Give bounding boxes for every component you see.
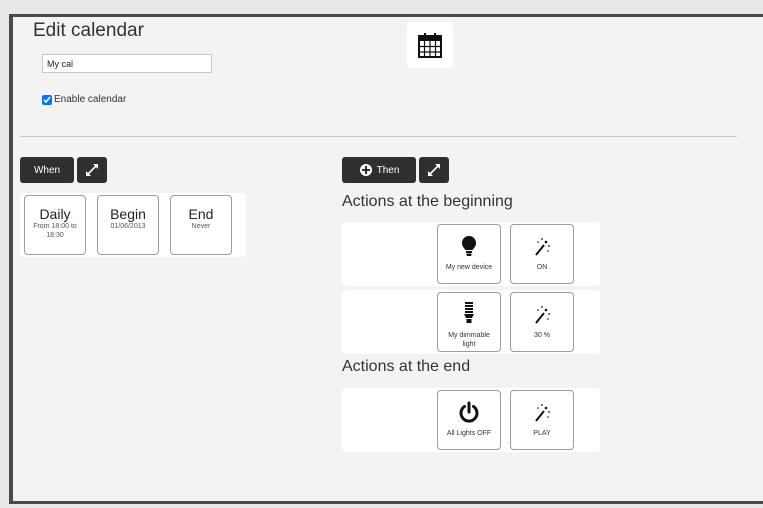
page-title: Edit calendar: [33, 20, 144, 41]
calendar-icon: [418, 33, 442, 58]
power-icon: [459, 401, 479, 423]
action-state-label: 30 %: [534, 332, 550, 339]
magic-wand-icon: [535, 238, 550, 256]
action-state-tile[interactable]: 30 %: [510, 292, 574, 352]
action-row: My new device ON: [342, 222, 600, 286]
enable-calendar-row[interactable]: Enable calendar: [42, 94, 126, 105]
when-tiles-group: Daily From 18:00 to 18:30 Begin 01/06/20…: [20, 193, 246, 257]
tile-title: End: [188, 206, 214, 222]
tile-detail: Never: [191, 223, 211, 230]
when-tile-end[interactable]: End Never: [170, 195, 232, 255]
action-device-label: My new device: [445, 264, 493, 271]
calendar-name-input[interactable]: [42, 54, 212, 73]
action-device-tile[interactable]: My new device: [437, 224, 501, 284]
action-state-tile[interactable]: ON: [510, 224, 574, 284]
add-circle-icon: [359, 163, 373, 177]
action-device-tile[interactable]: My dimmable light: [437, 292, 501, 352]
when-tile-daily[interactable]: Daily From 18:00 to 18:30: [24, 195, 86, 255]
action-row: My dimmable light 30 %: [342, 290, 600, 354]
when-tile-begin[interactable]: Begin 01/06/2013: [97, 195, 159, 255]
then-button[interactable]: Then: [342, 157, 416, 183]
action-device-label: My dimmable light: [448, 332, 490, 348]
calendar-icon-button[interactable]: [407, 22, 453, 68]
action-state-label: ON: [536, 264, 548, 271]
action-row: All Lights OFF PLAY: [342, 388, 600, 452]
actions-begin-heading: Actions at the beginning: [342, 193, 513, 210]
actions-end-heading: Actions at the end: [342, 358, 471, 375]
action-state-tile[interactable]: PLAY: [510, 390, 574, 450]
section-divider: [20, 136, 737, 137]
cfl-bulb-icon: [464, 302, 474, 323]
bulb-icon: [462, 236, 476, 256]
when-button[interactable]: When: [20, 157, 74, 183]
enable-calendar-checkbox[interactable]: [42, 94, 52, 105]
tile-detail: From 18:00 to 18:30: [33, 223, 77, 239]
tile-title: Daily: [39, 206, 71, 222]
tile-title: Begin: [110, 206, 146, 222]
enable-calendar-label: Enable calendar: [54, 94, 127, 105]
when-button-label: When: [33, 164, 61, 176]
action-device-label: All Lights OFF: [446, 430, 492, 437]
then-expand-button[interactable]: [419, 157, 449, 183]
then-button-label: Then: [376, 164, 400, 176]
action-state-label: PLAY: [533, 430, 551, 437]
expand-icon: [86, 164, 98, 176]
expand-icon: [428, 164, 440, 176]
magic-wand-icon: [535, 306, 550, 324]
tile-detail: 01/06/2013: [110, 223, 146, 230]
action-device-tile[interactable]: All Lights OFF: [437, 390, 501, 450]
magic-wand-icon: [535, 404, 550, 422]
when-expand-button[interactable]: [77, 157, 107, 183]
